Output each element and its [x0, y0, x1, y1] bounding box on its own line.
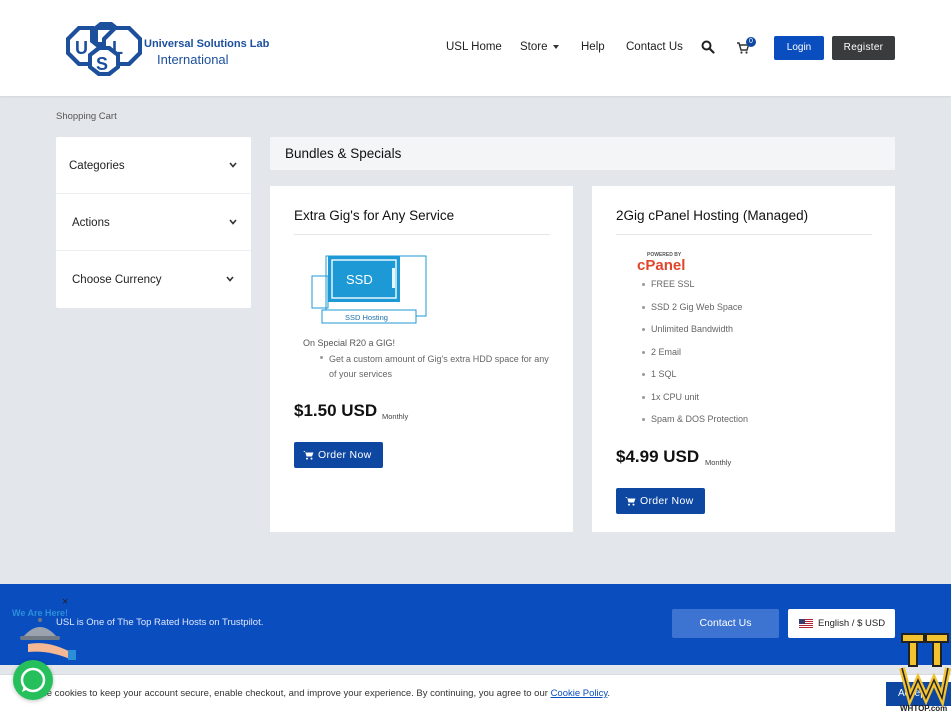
nav-store-label: Store [520, 41, 548, 53]
sidebar-item-choose-currency[interactable]: Choose Currency [56, 251, 251, 308]
feature-item: 1 SQL [651, 369, 677, 379]
product-card: Extra Gig's for Any Service SSD SSD Host… [270, 186, 573, 532]
feature-item: SSD 2 Gig Web Space [651, 302, 743, 312]
cpanel-wordmark: cPanel [637, 257, 685, 274]
sidebar-item-label: Choose Currency [72, 274, 162, 286]
chevron-down-icon [226, 276, 234, 282]
chevron-down-icon [229, 219, 237, 225]
bullet [642, 418, 645, 421]
nav-contact-us[interactable]: Contact Us [626, 41, 683, 53]
chat-open-button[interactable] [13, 660, 53, 700]
sidebar-item-actions[interactable]: Actions [56, 194, 251, 251]
cart-icon [625, 497, 636, 506]
bullet [642, 373, 645, 376]
billing-cycle: Monthly [382, 412, 409, 421]
cookie-banner: We use cookies to keep your account secu… [0, 674, 951, 713]
logo-title: Universal Solutions Lab [144, 38, 270, 50]
divider [616, 234, 872, 235]
product-description: Get a custom amount of Gig's extra HDD s… [329, 354, 549, 379]
whtop-watermark: WHTOP.com [899, 633, 951, 713]
cookie-text-end: . [607, 688, 611, 699]
chat-banner-text: We Are Here! [12, 608, 68, 618]
product-price: $4.99 USD [616, 447, 700, 466]
cpanel-logo: POWERED BY cPanel [637, 252, 685, 274]
sidebar-item-label: Actions [72, 217, 110, 229]
register-button[interactable]: Register [832, 36, 895, 60]
feature-item: 2 Email [651, 347, 682, 357]
language-currency-label: English / $ USD [818, 618, 886, 629]
order-now-button[interactable]: Order Now [294, 442, 383, 468]
billing-cycle: Monthly [705, 458, 732, 467]
order-now-button[interactable]: Order Now [616, 488, 705, 514]
order-now-label: Order Now [318, 449, 372, 461]
chat-icon [20, 667, 46, 693]
bullet [642, 351, 645, 354]
bullet [642, 328, 645, 331]
language-currency-button[interactable]: English / $ USD [788, 609, 895, 638]
ssd-image-caption: SSD Hosting [345, 313, 388, 322]
bullet [642, 396, 645, 399]
section-title: Bundles & Specials [285, 146, 402, 161]
cart-icon [303, 451, 314, 460]
bullet [642, 283, 645, 286]
divider [294, 234, 550, 235]
svg-text:S: S [96, 54, 108, 74]
feature-item: 1x CPU unit [651, 392, 700, 402]
feature-item: FREE SSL [651, 279, 695, 289]
product-card: 2Gig cPanel Hosting (Managed) POWERED BY… [592, 186, 895, 532]
search-icon[interactable] [701, 40, 715, 54]
sidebar-panel: Categories Actions Choose Currency [56, 137, 251, 308]
nav-help[interactable]: Help [581, 41, 605, 53]
breadcrumb: Shopping Cart [56, 111, 117, 122]
cart-count-badge: 0 [746, 37, 756, 47]
order-now-label: Order Now [640, 495, 694, 507]
logo-subtitle: International [157, 52, 229, 67]
chat-we-are-here-banner[interactable]: We Are Here! [10, 596, 82, 662]
special-offer-text: On Special R20 a GIG! [303, 338, 396, 348]
footer-contact-button[interactable]: Contact Us [672, 609, 779, 638]
cookie-message: We use cookies to keep your account secu… [20, 688, 610, 699]
svg-text:U: U [75, 38, 88, 58]
login-button[interactable]: Login [774, 36, 824, 60]
chevron-down-icon [229, 162, 237, 168]
feature-item: Unlimited Bandwidth [651, 324, 734, 334]
ssd-image-text: SSD [346, 272, 373, 287]
ssd-hosting-image: SSD SSD Hosting [311, 255, 427, 324]
product-title: Extra Gig's for Any Service [294, 208, 455, 223]
bullet [642, 306, 645, 309]
nav-usl-home[interactable]: USL Home [446, 41, 502, 53]
chat-close-icon[interactable]: × [62, 596, 68, 608]
nav-store[interactable]: Store [520, 41, 559, 53]
product-price: $1.50 USD [294, 401, 378, 420]
bullet [320, 356, 323, 359]
us-flag-icon [799, 619, 813, 628]
cookie-text: We use cookies to keep your account secu… [20, 688, 548, 699]
site-footer: USL is One of The Top Rated Hosts on Tru… [0, 584, 951, 665]
watermark-text: WHTOP.com [900, 704, 947, 713]
site-header: U L S Universal Solutions Lab Internatio… [0, 0, 951, 96]
caret-down-icon [552, 44, 559, 49]
sidebar-item-label: Categories [69, 160, 125, 172]
feature-item: Spam & DOS Protection [651, 414, 749, 424]
product-title: 2Gig cPanel Hosting (Managed) [616, 208, 809, 223]
footer-trustpilot-text: USL is One of The Top Rated Hosts on Tru… [56, 617, 264, 628]
cookie-policy-link[interactable]: Cookie Policy [551, 688, 608, 699]
section-header: Bundles & Specials [270, 137, 895, 170]
sidebar-item-categories[interactable]: Categories [56, 137, 251, 194]
